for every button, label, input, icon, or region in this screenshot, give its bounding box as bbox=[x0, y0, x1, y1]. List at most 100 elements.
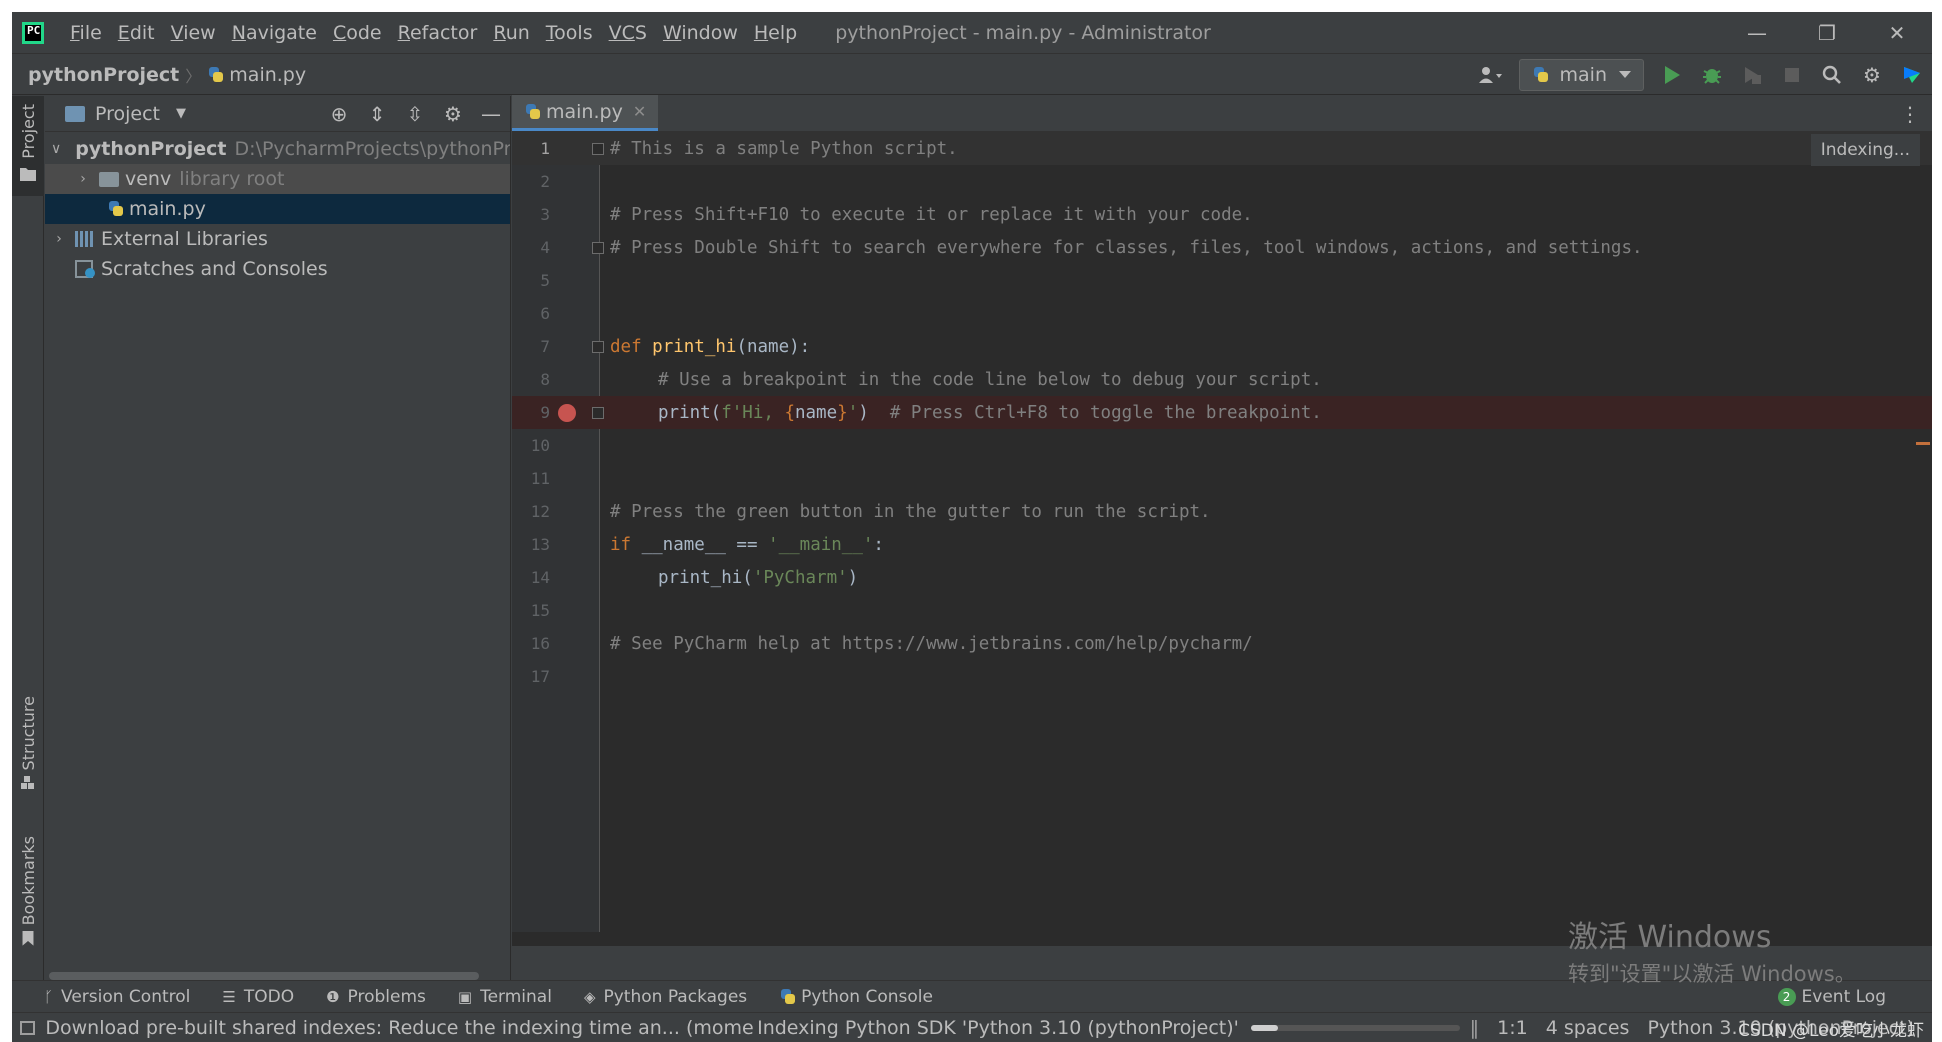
menu-label: indow bbox=[681, 21, 738, 44]
code-token: ) bbox=[847, 567, 859, 588]
tree-item-venv[interactable]: › venv library root bbox=[45, 164, 510, 194]
tab-terminal[interactable]: ▣ Terminal bbox=[458, 987, 552, 1007]
hide-icon[interactable]: — bbox=[472, 102, 510, 126]
line-number: 2 bbox=[540, 172, 550, 191]
tab-structure[interactable]: Structure bbox=[12, 696, 44, 796]
tree-item-project-root[interactable]: ∨ pythonProject D:\PycharmProjects\pytho… bbox=[45, 134, 510, 164]
run-icon[interactable] bbox=[1652, 55, 1692, 95]
toolbar: main ⚙ bbox=[1471, 55, 1932, 95]
fold-icon[interactable] bbox=[592, 142, 604, 155]
expand-all-icon[interactable]: ⇕ bbox=[358, 102, 396, 126]
pause-icon[interactable]: ‖ bbox=[1470, 1017, 1480, 1039]
scratches-icon bbox=[75, 260, 95, 278]
tree-item-path: D:\PycharmProjects\pythonPro bbox=[234, 138, 510, 160]
menu-tools[interactable]: Tools bbox=[538, 22, 601, 44]
line-number: 17 bbox=[530, 667, 550, 686]
title-bar: PC File Edit View Navigate Code Refactor… bbox=[12, 12, 1932, 54]
menu-label: avigate bbox=[245, 21, 317, 44]
code-line: 1 # This is a sample Python script. bbox=[512, 132, 1932, 165]
tab-event-log[interactable]: 2 Event Log bbox=[1777, 987, 1886, 1007]
code-line: 15 bbox=[512, 594, 1932, 627]
csdn-watermark: CSDN @Leo爱吃小龙虾 bbox=[1738, 1021, 1924, 1041]
tab-version-control[interactable]: ᚴ Version Control bbox=[44, 987, 190, 1007]
tab-bookmarks[interactable]: Bookmarks bbox=[12, 836, 44, 946]
search-icon[interactable] bbox=[1812, 55, 1852, 95]
menu-mnemonic: N bbox=[231, 21, 246, 44]
close-window-button[interactable]: ✕ bbox=[1862, 12, 1932, 54]
code-text: # See PyCharm help at https://www.jetbra… bbox=[610, 634, 1253, 654]
collapse-all-icon[interactable]: ⇳ bbox=[396, 102, 434, 126]
terminal-icon: ▣ bbox=[457, 987, 473, 1006]
fold-icon[interactable] bbox=[592, 340, 604, 353]
fold-icon[interactable] bbox=[592, 241, 604, 254]
menu-code[interactable]: Code bbox=[325, 22, 390, 44]
branch-icon: ᚴ bbox=[44, 987, 54, 1006]
caret-position[interactable]: 1:1 bbox=[1497, 1017, 1528, 1039]
indexing-status: Indexing Python SDK 'Python 3.10 (python… bbox=[757, 1016, 1239, 1039]
debug-icon[interactable] bbox=[1692, 55, 1732, 95]
user-icon[interactable] bbox=[1471, 55, 1511, 95]
tab-structure-label: Structure bbox=[18, 696, 38, 771]
menu-window[interactable]: Window bbox=[655, 22, 746, 44]
menu-navigate[interactable]: Navigate bbox=[224, 22, 325, 44]
menu-file[interactable]: File bbox=[62, 22, 110, 44]
more-options-icon[interactable]: ⋮ bbox=[1900, 102, 1920, 126]
menu-run[interactable]: Run bbox=[485, 22, 537, 44]
stop-icon[interactable] bbox=[1772, 55, 1812, 95]
horizontal-scrollbar[interactable] bbox=[49, 972, 479, 980]
minimize-button[interactable]: — bbox=[1722, 12, 1792, 54]
left-tool-stripe: Project Structure Bookmarks bbox=[12, 96, 44, 980]
tab-python-packages[interactable]: ◈ Python Packages bbox=[584, 987, 747, 1007]
pycharm-logo-icon: PC bbox=[22, 21, 44, 44]
python-icon bbox=[779, 988, 797, 1006]
breadcrumb-file[interactable]: main.py bbox=[207, 64, 306, 86]
comment-token: # Press Ctrl+F8 to toggle the breakpoint… bbox=[889, 402, 1322, 423]
fold-icon[interactable] bbox=[592, 406, 604, 419]
code-area[interactable]: 1 # This is a sample Python script. 2 3 # … bbox=[512, 132, 1932, 932]
tree-item-main-py[interactable]: main.py bbox=[45, 194, 510, 224]
code-line: 11 bbox=[512, 462, 1932, 495]
run-configuration-selector[interactable]: main bbox=[1518, 59, 1644, 91]
tree-item-scratches[interactable]: Scratches and Consoles bbox=[45, 254, 510, 284]
gear-icon[interactable]: ⚙ bbox=[1852, 55, 1892, 95]
coverage-icon[interactable] bbox=[1732, 55, 1772, 95]
menu-label: ode bbox=[346, 21, 382, 44]
restore-button[interactable]: ❐ bbox=[1792, 12, 1862, 54]
line-number: 12 bbox=[530, 502, 550, 521]
code-token: (name): bbox=[736, 336, 811, 357]
breadcrumb-project[interactable]: pythonProject bbox=[28, 64, 179, 86]
tab-label: TODO bbox=[243, 986, 295, 1007]
close-icon[interactable]: ✕ bbox=[633, 102, 646, 121]
indent-setting[interactable]: 4 spaces bbox=[1546, 1017, 1630, 1039]
warning-stripe-mark[interactable] bbox=[1916, 442, 1930, 445]
menu-label: dit bbox=[129, 21, 155, 44]
locate-file-icon[interactable]: ⊕ bbox=[320, 102, 358, 126]
menu-help[interactable]: Help bbox=[746, 22, 805, 44]
editor-tab-main-py[interactable]: main.py ✕ bbox=[512, 95, 659, 131]
code-line-breakpoint: 9 print(f'Hi, {name}') # Press Ctrl+F8 to… bbox=[512, 396, 1932, 429]
library-root-note: library root bbox=[179, 168, 285, 190]
tree-item-external-libraries[interactable]: › External Libraries bbox=[45, 224, 510, 254]
menu-edit[interactable]: Edit bbox=[110, 22, 163, 44]
menu-vcs[interactable]: VCS bbox=[601, 22, 655, 44]
project-tool-window: Project ▼ ⊕ ⇕ ⇳ ⚙ — ∨ pythonProject D:\P… bbox=[45, 96, 511, 980]
url-link[interactable]: https://www.jetbrains.com/help/pycharm/ bbox=[842, 634, 1253, 654]
code-line: 14 print_hi('PyCharm') bbox=[512, 561, 1932, 594]
gear-icon[interactable]: ⚙ bbox=[434, 102, 472, 126]
menu-label: ile bbox=[79, 21, 102, 44]
tab-todo[interactable]: ☰ TODO bbox=[222, 987, 294, 1007]
menu-refactor[interactable]: Refactor bbox=[390, 22, 486, 44]
breakpoint-icon[interactable] bbox=[558, 403, 576, 422]
code-text: # Press Shift+F10 to execute it or repla… bbox=[610, 204, 1253, 225]
tab-project[interactable]: Project bbox=[12, 96, 44, 196]
tab-python-console[interactable]: Python Console bbox=[779, 987, 933, 1007]
toggle-tool-windows-icon[interactable] bbox=[20, 1020, 36, 1035]
code-line: 17 bbox=[512, 660, 1932, 693]
string-token: 'PyCharm' bbox=[752, 567, 848, 588]
tab-problems[interactable]: ❶ Problems bbox=[326, 987, 426, 1007]
status-message[interactable]: Download pre-built shared indexes: Reduc… bbox=[45, 1017, 753, 1039]
toolbox-icon[interactable] bbox=[1892, 55, 1932, 95]
project-view-selector[interactable]: Project ▼ bbox=[65, 103, 186, 125]
tree-item-label: pythonProject bbox=[75, 138, 227, 160]
menu-view[interactable]: View bbox=[163, 22, 224, 44]
